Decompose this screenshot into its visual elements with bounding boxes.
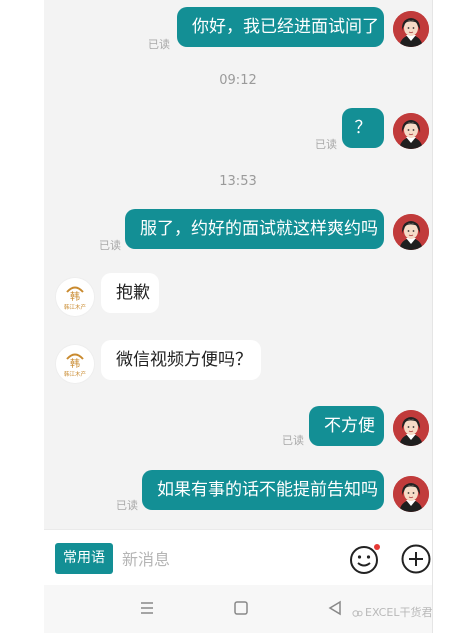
smiley-face-icon[interactable]	[349, 543, 381, 575]
home-square-icon[interactable]	[230, 597, 252, 619]
user-avatar-icon[interactable]	[393, 11, 429, 47]
chat-screen: 已读 你好，我已经进面试间了 09:12 已读 ？ 13:53 已读 服了，约好…	[44, 0, 432, 633]
message-bubble-outgoing[interactable]: 如果有事的话不能提前告知吗	[142, 470, 384, 510]
plus-circle-icon[interactable]	[400, 543, 432, 575]
message-bubble-incoming[interactable]: 抱歉	[101, 273, 159, 313]
quick-reply-button[interactable]: 常用语	[55, 543, 113, 574]
message-bubble-outgoing[interactable]: 服了，约好的面试就这样爽约吗	[125, 209, 384, 249]
read-receipt: 已读	[282, 434, 304, 447]
watermark-logo-icon	[352, 609, 363, 617]
notification-dot-icon	[374, 544, 380, 550]
shop-logo-icon[interactable]: 韩 韩江木产	[56, 345, 94, 383]
user-avatar-icon[interactable]	[393, 410, 429, 446]
read-receipt: 已读	[99, 239, 121, 252]
message-bubble-outgoing[interactable]: 你好，我已经进面试间了	[177, 7, 384, 47]
screen-edge	[432, 0, 433, 633]
message-bubble-outgoing[interactable]: ？	[342, 108, 384, 148]
svg-text:韩: 韩	[70, 290, 80, 303]
svg-text:韩江木产: 韩江木产	[64, 303, 87, 311]
watermark-text: EXCEL干货君	[365, 606, 433, 619]
message-bubble-outgoing[interactable]: 不方便	[309, 406, 384, 446]
svg-text:韩: 韩	[70, 357, 80, 370]
message-bubble-incoming[interactable]: 微信视频方便吗？	[101, 340, 261, 380]
user-avatar-icon[interactable]	[393, 476, 429, 512]
timestamp: 09:12	[219, 73, 257, 88]
menu-icon[interactable]	[136, 597, 158, 619]
user-avatar-icon[interactable]	[393, 113, 429, 149]
read-receipt: 已读	[116, 499, 138, 512]
back-triangle-icon[interactable]	[324, 597, 346, 619]
timestamp: 13:53	[219, 174, 257, 189]
user-avatar-icon[interactable]	[393, 214, 429, 250]
watermark: EXCEL干货君	[352, 604, 432, 620]
message-input[interactable]	[120, 544, 334, 574]
read-receipt: 已读	[148, 38, 170, 51]
read-receipt: 已读	[315, 138, 337, 151]
shop-logo-icon[interactable]: 韩 韩江木产	[56, 278, 94, 316]
message-input-bar: 常用语	[44, 529, 432, 586]
svg-text:韩江木产: 韩江木产	[64, 370, 87, 378]
